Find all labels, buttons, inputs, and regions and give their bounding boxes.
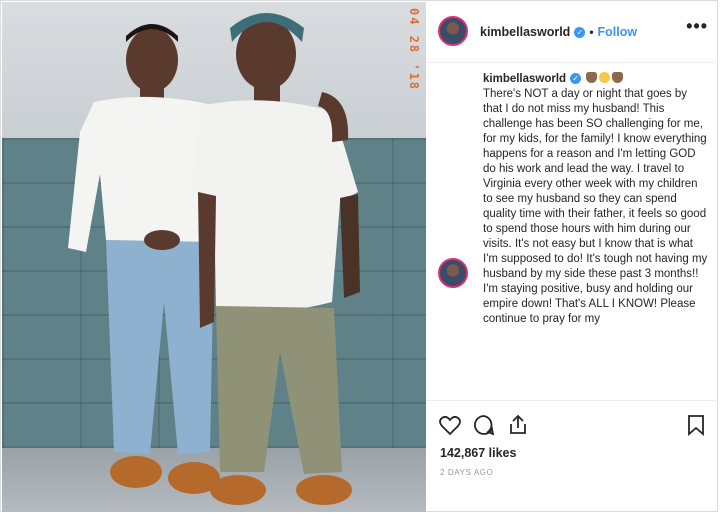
follow-button[interactable]: Follow	[598, 25, 638, 39]
share-icon[interactable]	[506, 413, 530, 437]
verified-badge-icon: ✓	[574, 27, 586, 38]
photo-people-illustration	[68, 13, 360, 505]
heart-icon[interactable]	[438, 413, 462, 437]
instagram-post: 04 28 '18 kimbellasworld ✓ • Follow ••• kim…	[0, 0, 718, 512]
comment-icon[interactable]	[472, 413, 496, 437]
likes-count[interactable]: 142,867 likes	[440, 446, 516, 460]
post-header: kimbellasworld ✓ • Follow •••	[426, 2, 718, 63]
more-options-icon[interactable]: •••	[686, 16, 708, 37]
separator-dot: •	[589, 25, 594, 39]
smile-emoji-icon	[599, 72, 611, 83]
caption-username-link[interactable]: kimbellasworld	[483, 73, 566, 85]
photo-date-stamp: 04 28 '18	[407, 8, 421, 92]
right-person	[192, 13, 360, 505]
caption-avatar[interactable]	[438, 258, 468, 288]
verified-badge-icon: ✓	[570, 73, 582, 84]
post-actions: 142,867 likes 2 DAYS AGO	[426, 400, 718, 513]
post-caption: kimbellasworld ✓ There's NOT a day or nig…	[483, 72, 709, 398]
caption-text: There's NOT a day or night that goes by …	[483, 88, 708, 325]
praying-hands-emoji-icon	[586, 72, 598, 83]
post-photo[interactable]: 04 28 '18	[2, 2, 426, 512]
avatar[interactable]	[438, 16, 468, 46]
post-details-panel: kimbellasworld ✓ • Follow ••• kimbellasworl…	[426, 2, 718, 512]
post-header-user: kimbellasworld ✓ • Follow	[480, 25, 637, 39]
post-timestamp[interactable]: 2 DAYS AGO	[440, 468, 493, 477]
bookmark-icon[interactable]	[684, 413, 708, 437]
username-link[interactable]: kimbellasworld	[480, 25, 570, 39]
praying-hands-emoji-icon	[612, 72, 624, 83]
